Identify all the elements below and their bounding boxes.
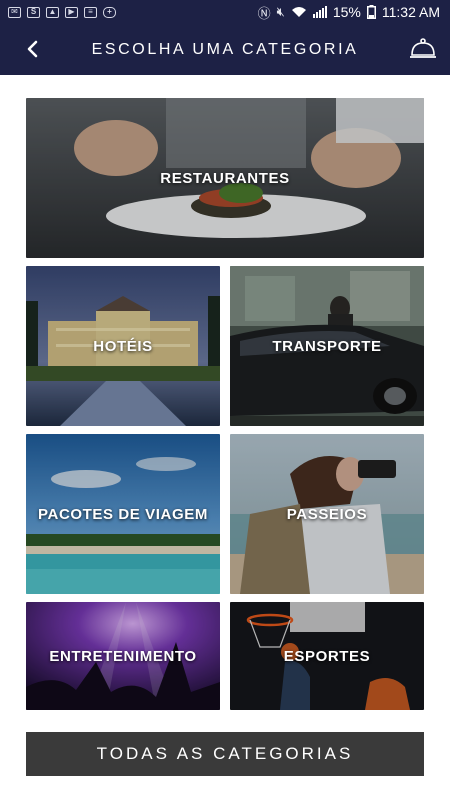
category-label: HOTÉIS [93, 337, 153, 355]
category-label: ESPORTES [283, 647, 371, 665]
app-header: ESCOLHA UMA CATEGORIA [0, 24, 450, 75]
youtube-icon: ▶ [65, 6, 78, 18]
category-label: TRANSPORTE [272, 337, 382, 355]
category-tile-restaurantes[interactable]: RESTAURANTES [26, 98, 424, 258]
battery-percent: 15% [332, 4, 361, 20]
gallery-icon: ▲ [46, 6, 59, 18]
nfc-icon: Ⓝ [257, 5, 271, 21]
category-tile-pacotes-de-viagem[interactable]: PACOTES DE VIAGEM [26, 434, 220, 594]
concierge-button[interactable] [408, 36, 438, 62]
category-label: PASSEIOS [286, 505, 368, 523]
signal-icon [312, 6, 327, 18]
wifi-icon [291, 7, 306, 17]
system-status: Ⓝ 🔇︎ 15% 11:32 AM [258, 3, 440, 22]
category-tile-esportes[interactable]: ESPORTES [230, 602, 424, 710]
clipboard-icon: ≡ [84, 6, 97, 18]
battery-icon [366, 5, 376, 19]
category-label: PACOTES DE VIAGEM [38, 505, 208, 523]
page-title: ESCOLHA UMA CATEGORIA [91, 40, 359, 58]
back-chevron-icon [27, 40, 38, 58]
category-tile-hoteis[interactable]: HOTÉIS [26, 266, 220, 426]
category-label: ENTRETENIMENTO [49, 647, 197, 665]
mail-icon: ✉ [8, 6, 21, 18]
all-categories-button[interactable]: TODAS AS CATEGORIAS [26, 732, 424, 776]
category-tile-entretenimento[interactable]: ENTRETENIMENTO [26, 602, 220, 710]
clock: 11:32 AM [381, 4, 440, 20]
gamepad-icon: + [103, 6, 116, 18]
skype-icon: S [27, 6, 40, 18]
status-bar: ✉ S ▲ ▶ ≡ + Ⓝ 🔇︎ 15% 11:32 AM [0, 0, 450, 24]
category-tile-passeios[interactable]: PASSEIOS [230, 434, 424, 594]
back-button[interactable] [18, 35, 46, 63]
category-tile-transporte[interactable]: TRANSPORTE [230, 266, 424, 426]
service-bell-icon [410, 38, 436, 58]
category-label: RESTAURANTES [160, 169, 290, 187]
mute-icon: 🔇︎ [276, 4, 285, 19]
notification-icons: ✉ S ▲ ▶ ≡ + [8, 6, 116, 18]
